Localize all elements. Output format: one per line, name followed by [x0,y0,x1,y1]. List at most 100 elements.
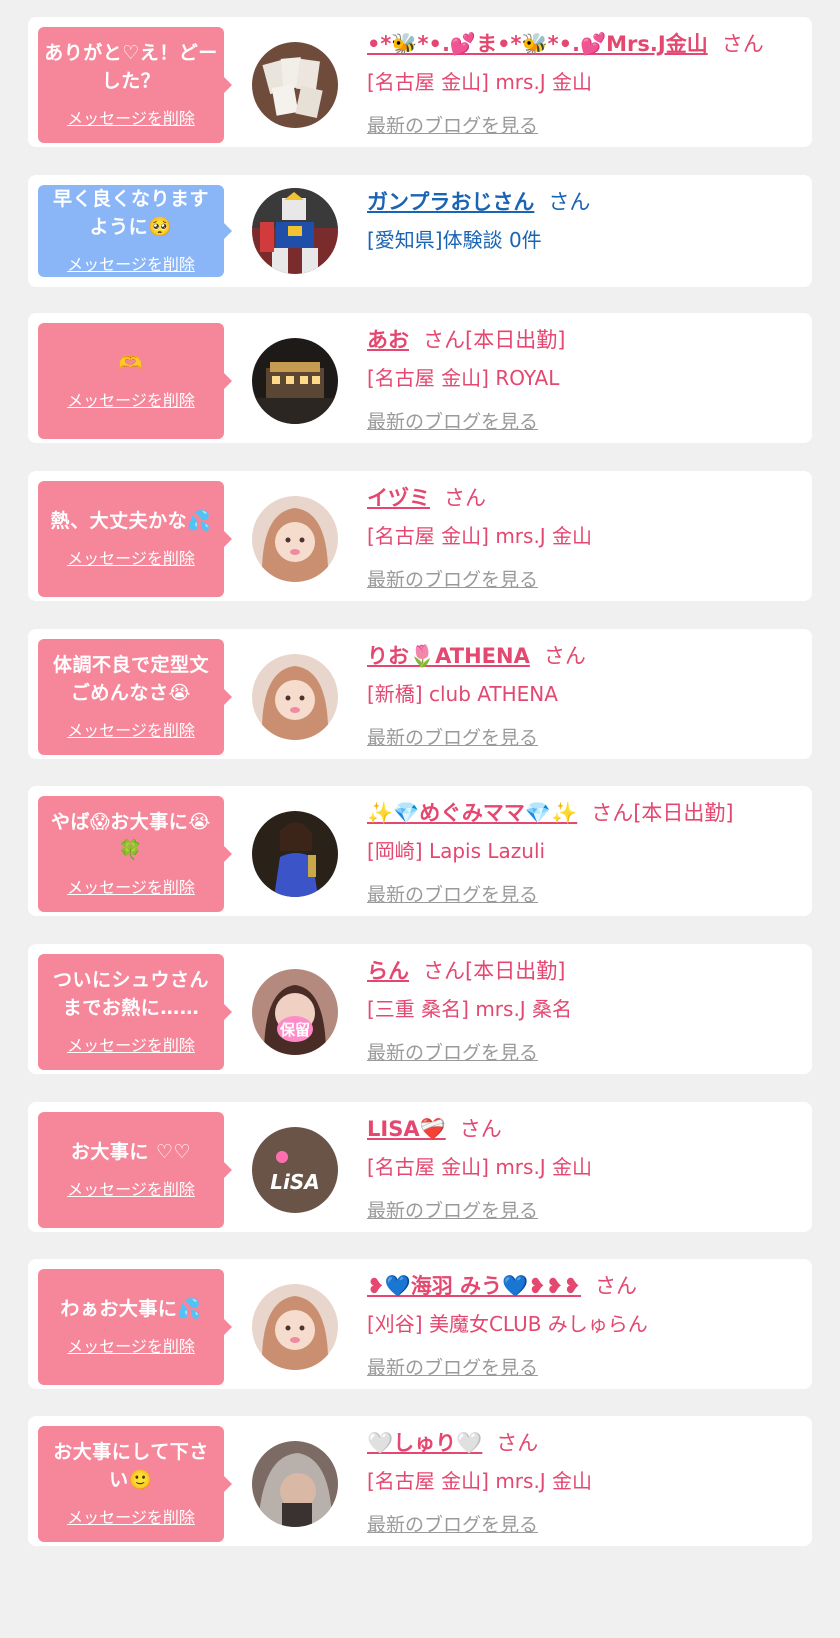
message-card: お大事に ♡♡ メッセージを削除 LiSA LISA❤️‍🩹 さん [名古屋 金山] m… [28,1102,812,1232]
avatar[interactable] [252,811,338,897]
avatar[interactable] [252,654,338,740]
honorific-status: さん [721,32,764,56]
store-label: [新橋] club ATHENA [367,682,558,706]
message-text: わぁお大事に💦 [60,1298,202,1320]
blog-row: 最新のブログを見る [367,1028,807,1074]
message-text: お大事にして下さい🙂 [53,1441,209,1491]
name-row: あお さん[本日出勤] [367,321,807,359]
message-card: 🫶 メッセージを削除 あお さん[本日出勤] [名古屋 金山] ROYAL 最新のブログ… [28,313,812,443]
honorific-status: さん [548,190,591,214]
message-text: 熱、大丈夫かな💦 [50,510,212,532]
svg-text:LiSA: LiSA [270,1170,319,1194]
latest-blog-link[interactable]: 最新のブログを見る [367,569,538,591]
member-info: イヅミ さん [名古屋 金山] mrs.J 金山 最新のブログを見る [367,479,807,601]
message-card: ありがと♡え！どーした？ メッセージを削除 •*🐝*•.💕ま•*🐝*•.💕Mrs.… [28,17,812,147]
woman-portrait-photo-icon [252,1284,338,1370]
store-label: [名古屋 金山] ROYAL [367,366,560,390]
store-label: [刈谷] 美魔女CLUB みしゅらん [367,1312,648,1336]
member-name-link[interactable]: LISA❤️‍🩹 [367,1117,446,1141]
avatar[interactable] [252,496,338,582]
honorific-status: さん [444,486,486,510]
avatar[interactable] [252,338,338,424]
blog-row: 最新のブログを見る [367,555,807,601]
message-bubble: ありがと♡え！どーした？ メッセージを削除 [38,27,232,143]
store-label: [名古屋 金山] mrs.J 金山 [367,1155,593,1179]
blog-row: 最新のブログを見る [367,870,807,916]
message-card: 早く良くなりますように🥺 メッセージを削除 ガンプラおじさん さん [愛知県]体験談 … [28,175,812,287]
message-bubble: わぁお大事に💦 メッセージを削除 [38,1269,232,1385]
delete-message-link[interactable]: メッセージを削除 [67,1333,195,1357]
member-name-link[interactable]: ❥💙海羽 みう💙❥❥❥ [367,1274,581,1298]
blog-row: 最新のブログを見る [367,397,807,443]
member-name-link[interactable]: •*🐝*•.💕ま•*🐝*•.💕Mrs.J金山 [367,32,708,56]
member-info: あお さん[本日出勤] [名古屋 金山] ROYAL 最新のブログを見る [367,321,807,443]
store-label: [愛知県]体験談 0件 [367,228,542,252]
member-name-link[interactable]: ✨💎めぐみママ💎✨ [367,801,577,825]
member-name-link[interactable]: ガンプラおじさん [367,190,534,214]
message-text: お大事に ♡♡ [70,1141,192,1163]
avatar[interactable] [252,1284,338,1370]
delete-message-link[interactable]: メッセージを削除 [67,387,195,411]
honorific-status: さん [595,1274,637,1298]
latest-blog-link[interactable]: 最新のブログを見る [367,411,538,433]
avatar[interactable]: 保留 [252,969,338,1055]
delete-message-link[interactable]: メッセージを削除 [67,1504,195,1528]
blog-row: 最新のブログを見る [367,1343,807,1389]
avatar[interactable] [252,42,338,128]
avatar[interactable]: LiSA [252,1127,338,1213]
member-name-link[interactable]: あお [367,328,409,352]
delete-message-link[interactable]: メッセージを削除 [67,545,195,569]
honorific-status: さん[本日出勤] [423,959,566,983]
message-text: 🫶 [118,352,144,374]
delete-message-link[interactable]: メッセージを削除 [67,1176,195,1200]
message-card: 熱、大丈夫かな💦 メッセージを削除 イヅミ さん [名古屋 金山] mrs.J 金山最… [28,471,812,601]
blog-row: 最新のブログを見る [367,1186,807,1232]
latest-blog-link[interactable]: 最新のブログを見る [367,1357,538,1379]
latest-blog-link[interactable]: 最新のブログを見る [367,884,538,906]
delete-message-link[interactable]: メッセージを削除 [67,874,195,898]
delete-message-link[interactable]: メッセージを削除 [67,717,195,741]
name-row: ガンプラおじさん さん [367,183,807,221]
delete-message-link[interactable]: メッセージを削除 [67,1032,195,1056]
honorific-status: さん [459,1117,502,1141]
member-info: ❥💙海羽 みう💙❥❥❥ さん [刈谷] 美魔女CLUB みしゅらん 最新のブログを見る [367,1267,807,1389]
robot-figure-photo-icon [252,188,338,274]
delete-message-link[interactable]: メッセージを削除 [67,105,195,129]
latest-blog-link[interactable]: 最新のブログを見る [367,727,538,749]
woman-hoshu-photo-icon: 保留 [252,969,338,1055]
woman-hair-photo-icon [252,1441,338,1527]
name-row: •*🐝*•.💕ま•*🐝*•.💕Mrs.J金山 さん [367,25,807,63]
message-bubble: 早く良くなりますように🥺 メッセージを削除 [38,185,232,277]
member-info: りお🌷ATHENA さん [新橋] club ATHENA 最新のブログを見る [367,637,807,759]
latest-blog-link[interactable]: 最新のブログを見る [367,1514,538,1536]
delete-message-link[interactable]: メッセージを削除 [67,251,195,275]
night-building-photo-icon [252,338,338,424]
member-name-link[interactable]: イヅミ [367,486,430,510]
latest-blog-link[interactable]: 最新のブログを見る [367,1200,538,1222]
message-bubble: 🫶 メッセージを削除 [38,323,232,439]
latest-blog-link[interactable]: 最新のブログを見る [367,115,538,137]
message-list: ありがと♡え！どーした？ メッセージを削除 •*🐝*•.💕ま•*🐝*•.💕Mrs.… [0,0,840,1638]
message-bubble: 熱、大丈夫かな💦 メッセージを削除 [38,481,232,597]
avatar[interactable] [252,188,338,274]
blog-row: 最新のブログを見る [367,1500,807,1546]
woman-portrait-photo-icon [252,496,338,582]
member-info: らん さん[本日出勤] [三重 桑名] mrs.J 桑名 最新のブログを見る [367,952,807,1074]
member-info: •*🐝*•.💕ま•*🐝*•.💕Mrs.J金山 さん [名古屋 金山] mrs.J 金… [367,25,807,147]
message-bubble: お大事に ♡♡ メッセージを削除 [38,1112,232,1228]
name-row: 🤍しゅり🤍 さん [367,1424,807,1462]
honorific-status: さん [543,644,586,668]
member-info: ✨💎めぐみママ💎✨ さん[本日出勤] [岡崎] Lapis Lazuli 最新のブログ… [367,794,807,916]
store-label: [名古屋 金山] mrs.J 金山 [367,1469,593,1493]
message-card: やば😱お大事に😭🍀 メッセージを削除 ✨💎めぐみママ💎✨ さん[本日出勤] [岡崎] … [28,786,812,916]
store-label: [名古屋 金山] mrs.J 金山 [367,70,593,94]
avatar[interactable] [252,1441,338,1527]
member-name-link[interactable]: りお🌷ATHENA [367,644,530,668]
name-row: らん さん[本日出勤] [367,952,807,990]
svg-text:保留: 保留 [279,1021,310,1039]
member-info: LISA❤️‍🩹 さん [名古屋 金山] mrs.J 金山 最新のブログを見る [367,1110,807,1232]
honorific-status: さん [496,1431,539,1455]
latest-blog-link[interactable]: 最新のブログを見る [367,1042,538,1064]
member-name-link[interactable]: 🤍しゅり🤍 [367,1431,482,1455]
member-name-link[interactable]: らん [367,959,409,983]
